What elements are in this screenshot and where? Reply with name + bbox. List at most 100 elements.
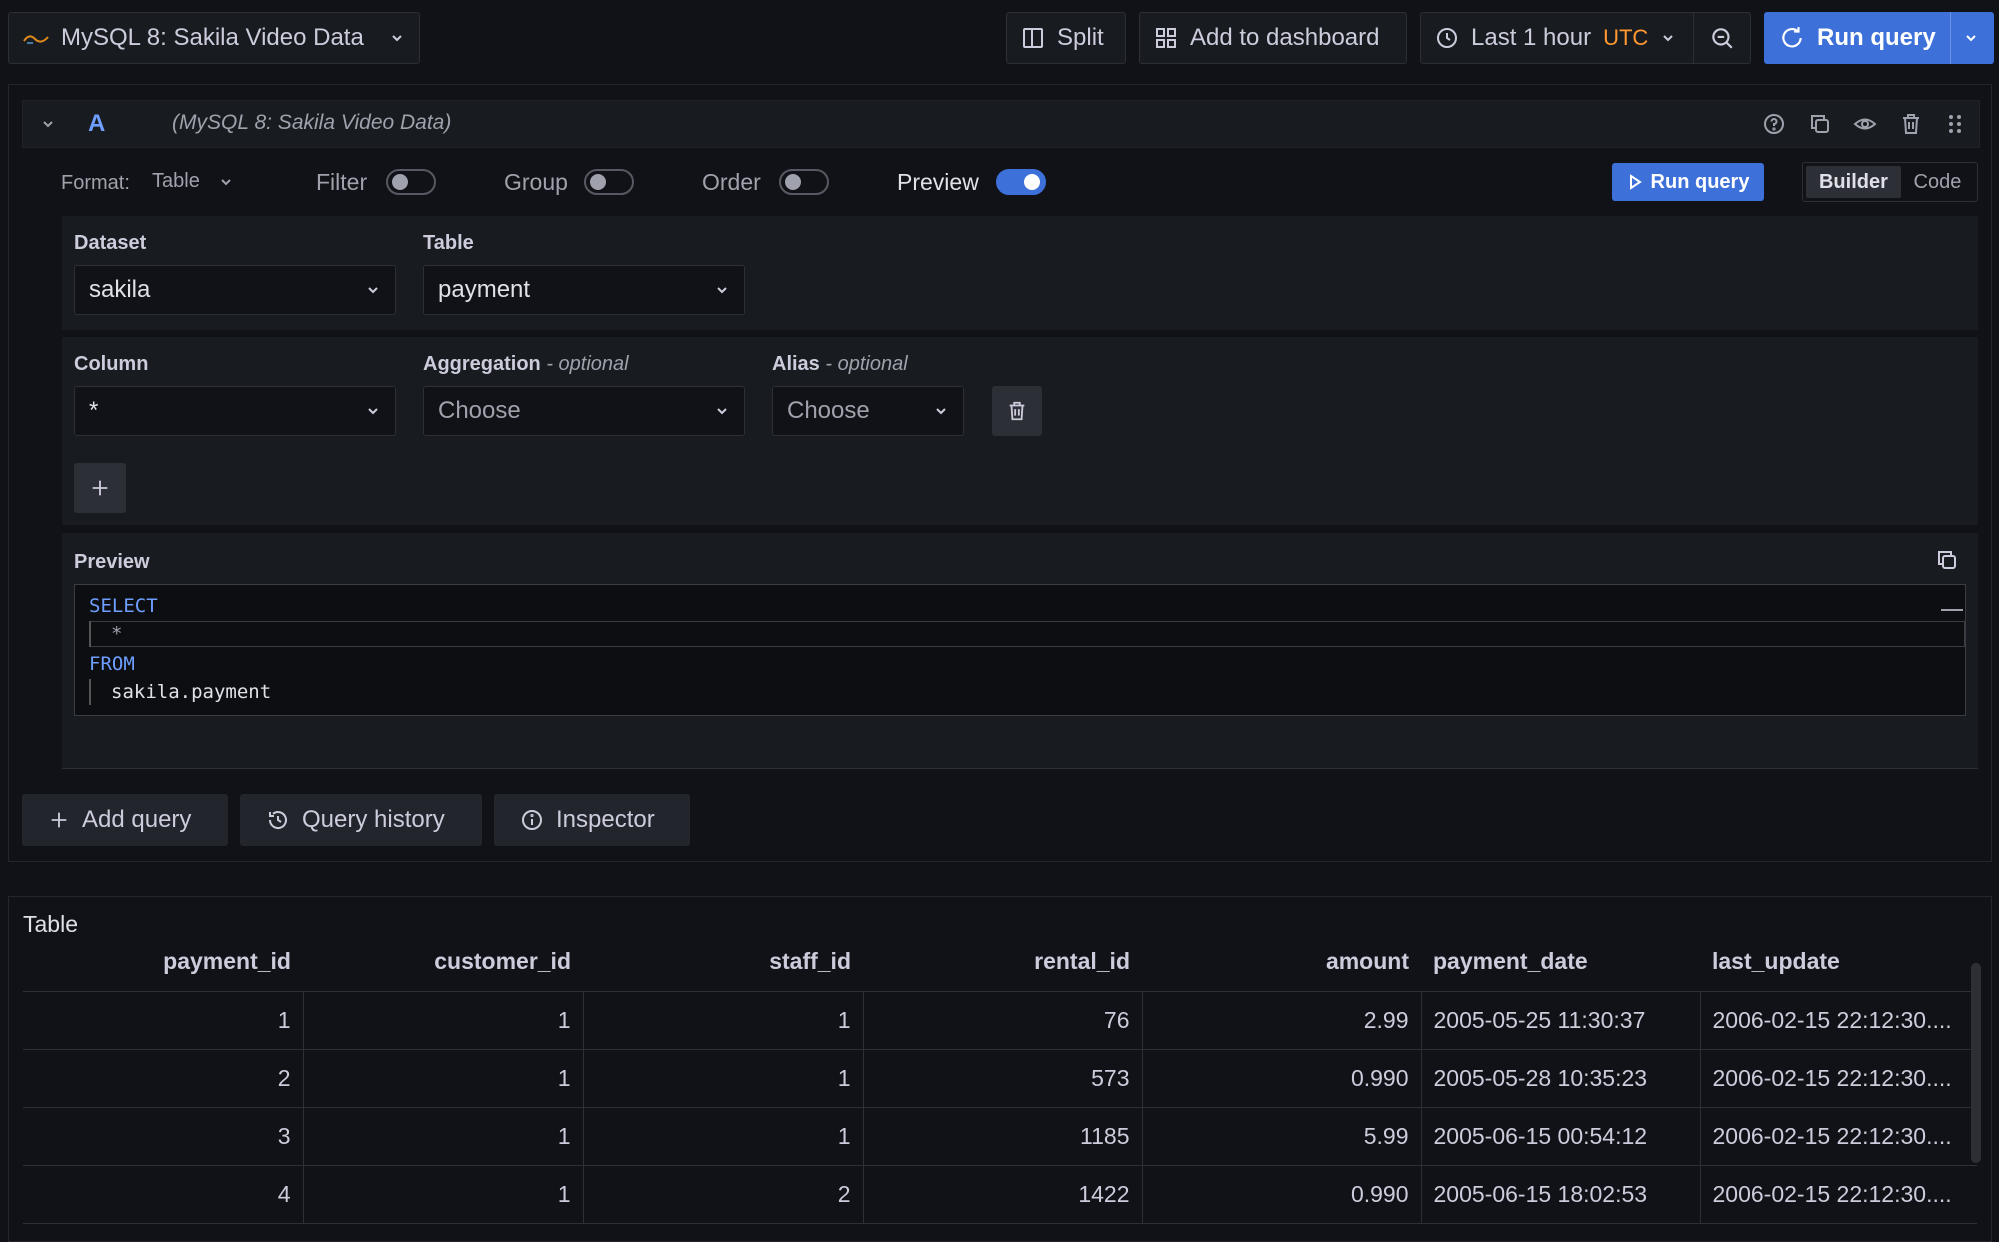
mode-code-tab[interactable]: Code [1901, 166, 1974, 198]
chevron-down-icon [218, 174, 234, 190]
add-to-dashboard-button[interactable]: Add to dashboard [1139, 12, 1407, 64]
run-query-inline-button[interactable]: Run query [1612, 163, 1764, 201]
trash-icon [1006, 400, 1028, 422]
group-toggle[interactable] [584, 169, 634, 195]
table-cell: 1 [303, 991, 583, 1049]
table-scrollbar[interactable] [1971, 963, 1981, 1163]
split-button[interactable]: Split [1006, 12, 1126, 64]
drag-handle[interactable] [1943, 112, 1967, 136]
remove-column-button[interactable] [992, 386, 1042, 436]
collapse-row-toggle[interactable] [40, 116, 56, 132]
column-select[interactable]: * [74, 386, 396, 436]
order-toggle[interactable] [779, 169, 829, 195]
copy-sql-button[interactable] [1935, 548, 1959, 572]
table-select[interactable]: payment [423, 265, 745, 315]
sql-star: * [111, 623, 122, 645]
alias-select[interactable]: Choose [772, 386, 964, 436]
query-ref-id[interactable]: A [88, 110, 105, 138]
aggregation-select[interactable]: Choose [423, 386, 745, 436]
table-row: 2 1 1 573 0.990 2005-05-28 10:35:23 2006… [23, 1049, 1977, 1107]
sql-preview-code[interactable]: SELECT * FROM sakila.payment [74, 584, 1966, 716]
time-range-label: Last 1 hour [1471, 24, 1591, 52]
run-query-button[interactable]: Run query [1764, 12, 1994, 64]
table-cell: 1 [303, 1165, 583, 1223]
sql-keyword-from: FROM [89, 653, 135, 675]
chevron-down-icon [365, 282, 381, 298]
clock-icon [1435, 26, 1459, 50]
column-value: * [89, 397, 98, 425]
query-history-button[interactable]: Query history [240, 794, 482, 846]
column-header[interactable]: payment_id [23, 933, 303, 991]
column-header[interactable]: amount [1142, 933, 1421, 991]
sql-table-name: sakila.payment [111, 681, 271, 703]
run-query-dropdown[interactable] [1950, 12, 1979, 64]
dashboard-grid-icon [1154, 26, 1178, 50]
add-column-button[interactable] [74, 463, 126, 513]
plus-icon [89, 477, 111, 499]
help-button[interactable] [1762, 112, 1786, 136]
column-header[interactable]: last_update [1700, 933, 1977, 991]
column-header[interactable]: rental_id [863, 933, 1142, 991]
table-cell: 1 [583, 1049, 863, 1107]
mysql-logo-icon [23, 31, 49, 45]
table-cell: 2006-02-15 22:12:30.... [1700, 1107, 1977, 1165]
table-cell: 3 [23, 1107, 303, 1165]
chevron-down-icon [714, 403, 730, 419]
play-icon [1627, 174, 1643, 190]
duplicate-query-button[interactable] [1808, 112, 1832, 136]
aggregation-label: Aggregation - optional [423, 353, 629, 376]
mode-builder-tab[interactable]: Builder [1806, 166, 1901, 198]
column-header[interactable]: customer_id [303, 933, 583, 991]
order-label: Order [702, 169, 761, 196]
toggle-visibility-button[interactable] [1853, 112, 1877, 136]
time-range-picker[interactable]: Last 1 hour UTC [1420, 12, 1694, 64]
dataset-select[interactable]: sakila [74, 265, 396, 315]
table-cell: 573 [863, 1049, 1142, 1107]
split-icon [1021, 26, 1045, 50]
query-datasource-hint: (MySQL 8: Sakila Video Data) [172, 111, 451, 135]
table-cell: 0.990 [1142, 1165, 1421, 1223]
table-cell: 2006-02-15 22:12:30.... [1700, 1165, 1977, 1223]
table-cell: 2005-05-25 11:30:37 [1421, 991, 1700, 1049]
column-header[interactable]: staff_id [583, 933, 863, 991]
chevron-down-icon [389, 30, 405, 46]
inspector-button[interactable]: Inspector [494, 794, 690, 846]
format-select[interactable]: Table [152, 170, 234, 193]
filter-toggle[interactable] [386, 169, 436, 195]
format-value: Table [152, 170, 200, 193]
sql-keyword-select: SELECT [89, 595, 158, 617]
delete-query-button[interactable] [1899, 112, 1923, 136]
drag-handle-icon [1943, 112, 1967, 136]
add-query-button[interactable]: Add query [22, 794, 228, 846]
trash-icon [1899, 112, 1923, 136]
datasource-picker[interactable]: MySQL 8: Sakila Video Data [8, 12, 420, 64]
table-value: payment [438, 276, 530, 304]
table-cell: 1 [303, 1107, 583, 1165]
group-label: Group [504, 169, 568, 196]
alias-label-text: Alias [772, 353, 820, 375]
aggregation-label-text: Aggregation [423, 353, 541, 375]
table-cell: 2 [583, 1165, 863, 1223]
aggregation-placeholder: Choose [438, 397, 521, 425]
preview-toggle[interactable] [996, 169, 1046, 195]
aggregation-optional-hint: - optional [546, 353, 628, 375]
table-cell: 2006-02-15 22:12:30.... [1700, 1049, 1977, 1107]
table-cell: 2.99 [1142, 991, 1421, 1049]
column-header[interactable]: payment_date [1421, 933, 1700, 991]
zoom-out-button[interactable] [1693, 12, 1751, 64]
table-label: Table [423, 232, 474, 255]
chevron-down-icon [1660, 30, 1676, 46]
preview-title: Preview [74, 551, 150, 574]
datasource-name: MySQL 8: Sakila Video Data [61, 24, 377, 52]
fold-marker[interactable] [1941, 609, 1963, 611]
table-cell: 1 [583, 1107, 863, 1165]
timezone-badge: UTC [1603, 25, 1648, 51]
chevron-down-icon [714, 282, 730, 298]
table-header-row: payment_id customer_id staff_id rental_i… [23, 933, 1977, 991]
table-cell: 5.99 [1142, 1107, 1421, 1165]
table-cell: 1185 [863, 1107, 1142, 1165]
copy-icon [1935, 548, 1959, 572]
table-cell: 2005-06-15 18:02:53 [1421, 1165, 1700, 1223]
column-label: Column [74, 353, 148, 376]
dataset-value: sakila [89, 276, 150, 304]
